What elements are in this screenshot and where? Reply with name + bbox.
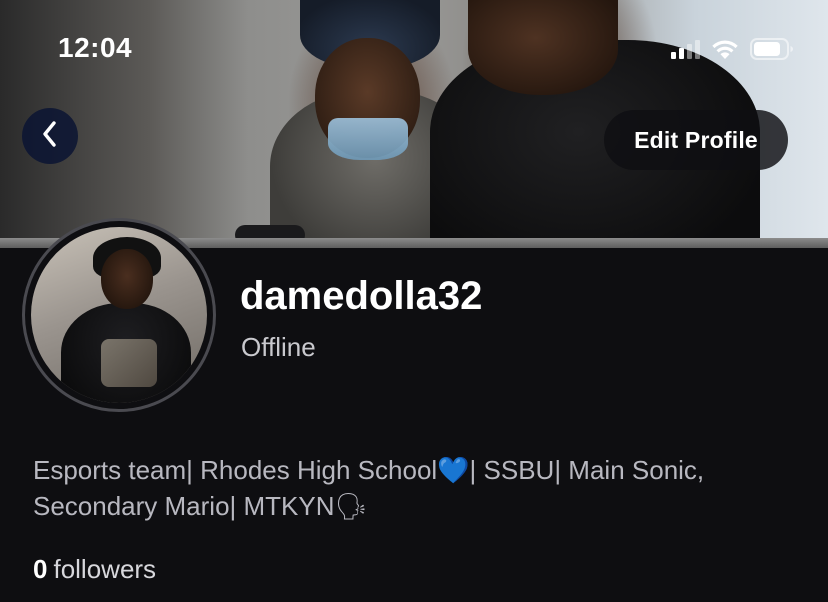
status-icons bbox=[671, 38, 794, 60]
cover-face-mask bbox=[328, 118, 408, 160]
edit-profile-button[interactable]: Edit Profile bbox=[604, 110, 788, 170]
cellular-signal-icon bbox=[671, 39, 700, 59]
back-button[interactable] bbox=[22, 108, 78, 164]
avatar-photo bbox=[31, 227, 207, 403]
wifi-icon bbox=[710, 38, 740, 60]
profile-status: Offline bbox=[241, 332, 316, 362]
avatar[interactable] bbox=[22, 218, 216, 412]
profile-username: damedolla32 bbox=[240, 274, 483, 318]
followers-label: followers bbox=[53, 554, 157, 584]
status-time: 12:04 bbox=[58, 32, 133, 63]
status-bar: 12:04 bbox=[0, 0, 828, 100]
profile-bio: Esports team| Rhodes High School💙| SSBU|… bbox=[33, 455, 705, 521]
followers-count: 0 bbox=[33, 554, 48, 584]
followers-link[interactable]: 0 followers bbox=[33, 554, 156, 585]
battery-icon bbox=[750, 38, 794, 60]
chevron-left-icon bbox=[39, 119, 61, 154]
